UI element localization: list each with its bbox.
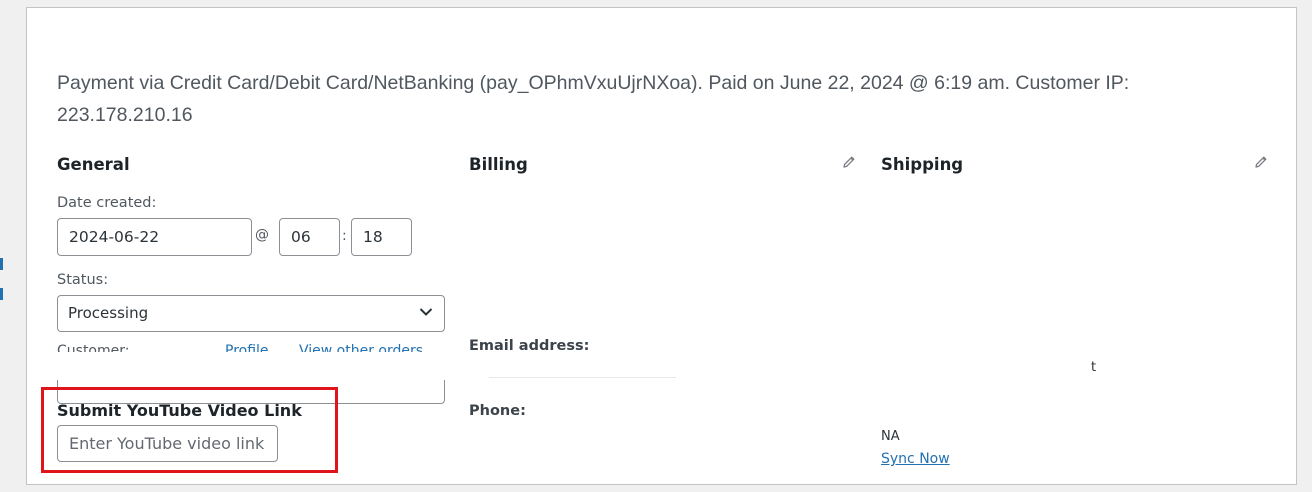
time-separator: : [342,228,347,244]
general-heading: General [57,155,130,174]
minute-input[interactable] [351,218,412,256]
at-separator: @ [255,227,269,243]
status-select-value: Processing [68,304,149,322]
youtube-link-heading: Submit YouTube Video Link [57,401,302,420]
shipping-na-text: NA [881,429,900,444]
left-accent-bar [0,258,3,270]
phone-label: Phone: [469,403,526,419]
customer-row: Customer: Profile View other orders [57,340,457,352]
shipping-heading: Shipping [881,155,964,174]
pencil-icon[interactable] [1253,154,1269,170]
hour-input[interactable] [279,218,340,256]
shipping-address-fragment: t [1091,360,1097,375]
status-select[interactable]: Processing [57,295,445,332]
billing-heading: Billing [469,155,528,174]
date-created-label: Date created: [57,195,157,211]
chevron-down-icon [419,308,433,316]
sync-now-link[interactable]: Sync Now [881,451,950,467]
billing-email-link[interactable] [489,364,676,378]
customer-label: Customer: [57,343,130,352]
pencil-icon[interactable] [841,154,857,170]
email-address-label: Email address: [469,338,590,354]
youtube-link-input[interactable] [57,425,278,462]
left-accent-bar [0,288,3,300]
view-other-orders-link[interactable]: View other orders [299,343,423,352]
payment-info: Payment via Credit Card/Debit Card/NetBa… [57,72,1130,126]
status-label: Status: [57,272,109,288]
customer-profile-link[interactable]: Profile [225,343,269,352]
date-created-input[interactable] [57,218,252,256]
